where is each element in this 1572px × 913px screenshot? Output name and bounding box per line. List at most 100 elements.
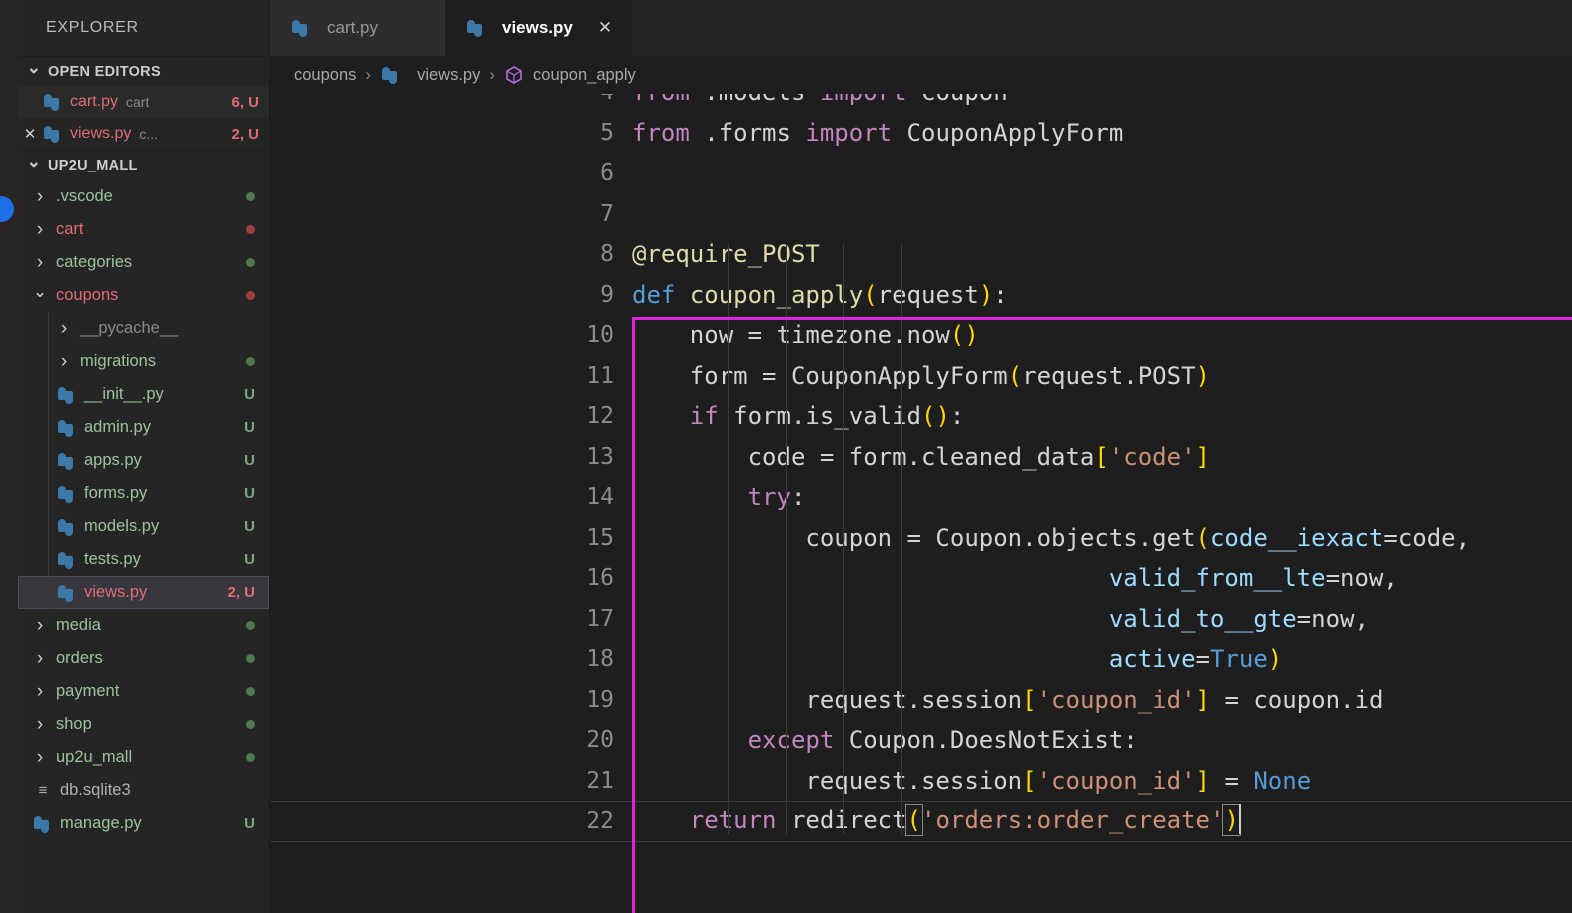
- tree-item-label: manage.py: [60, 814, 142, 832]
- open-editor-item[interactable]: cart.py cart 6, U: [18, 86, 269, 118]
- tree-item-migrations[interactable]: migrations: [18, 345, 269, 378]
- code-line[interactable]: 15 coupon = Coupon.objects.get(code__iex…: [270, 518, 1572, 559]
- code-line[interactable]: 19 request.session['coupon_id'] = coupon…: [270, 680, 1572, 721]
- tree-item--vscode[interactable]: .vscode: [18, 180, 269, 213]
- python-file-icon: [56, 551, 78, 569]
- tree-item-forms-py[interactable]: forms.py U: [18, 477, 269, 510]
- code-token: True: [1209, 645, 1268, 674]
- breadcrumb-item[interactable]: views.py: [417, 66, 480, 85]
- chevron-right-icon[interactable]: [32, 253, 48, 272]
- code-line[interactable]: 4from .models import Coupon: [270, 94, 1572, 113]
- code-line[interactable]: 14 try:: [270, 477, 1572, 518]
- code-token: coupon_apply: [689, 280, 864, 309]
- tree-item-db-sqlite3[interactable]: ≡ db.sqlite3: [18, 774, 269, 807]
- git-status-badge: U: [244, 386, 255, 403]
- code-token: 'orders:order_create': [921, 806, 1225, 835]
- code-line[interactable]: 8 @require_POST: [270, 234, 1572, 275]
- tree-item-views-py[interactable]: views.py 2, U: [18, 576, 269, 609]
- close-icon[interactable]: ✕: [598, 18, 612, 38]
- code-token: valid_from__lte: [1108, 564, 1326, 593]
- line-number: 9: [600, 281, 614, 308]
- code-line[interactable]: 6: [270, 153, 1572, 194]
- code-line[interactable]: 13 code = form.cleaned_data['code']: [270, 437, 1572, 478]
- code-line[interactable]: 18 active=True): [270, 639, 1572, 680]
- tree-item-label: coupons: [56, 286, 119, 304]
- code-editor[interactable]: 4from .models import Coupon5from .forms …: [270, 94, 1572, 913]
- git-status-dot: [246, 654, 255, 663]
- code-line[interactable]: 16 valid_from__lte=now,: [270, 558, 1572, 599]
- chevron-right-icon[interactable]: [56, 319, 72, 338]
- section-workspace[interactable]: UP2U_MALL: [18, 150, 269, 180]
- chevron-right-icon[interactable]: [56, 352, 72, 371]
- chevron-right-icon[interactable]: [32, 187, 48, 206]
- line-content: valid_from__lte=now,: [632, 564, 1398, 592]
- tree-item-models-py[interactable]: models.py U: [18, 510, 269, 543]
- chevron-right-icon[interactable]: [32, 715, 48, 734]
- code-line[interactable]: 11 form = CouponApplyForm(request.POST): [270, 356, 1572, 397]
- code-token: ]: [1195, 442, 1210, 471]
- activity-bar[interactable]: [0, 0, 18, 913]
- section-open-editors-label: OPEN EDITORS: [48, 63, 161, 80]
- tab-cart-py[interactable]: cart.py: [270, 0, 445, 56]
- chevron-down-icon[interactable]: [26, 157, 42, 174]
- tree-item--pycache-[interactable]: __pycache__: [18, 312, 269, 345]
- breadcrumb-item[interactable]: coupon_apply: [533, 66, 636, 85]
- code-line[interactable]: 7: [270, 194, 1572, 235]
- tree-item-payment[interactable]: payment: [18, 675, 269, 708]
- tree-item-orders[interactable]: orders: [18, 642, 269, 675]
- python-file-icon: [56, 452, 78, 470]
- code-line[interactable]: 20 except Coupon.DoesNotExist:: [270, 720, 1572, 761]
- tree-item-categories[interactable]: categories: [18, 246, 269, 279]
- code-line[interactable]: 12 if form.is_valid():: [270, 396, 1572, 437]
- code-token: [: [1094, 442, 1109, 471]
- code-token: form = CouponApplyForm: [632, 361, 1008, 390]
- tree-item-coupons[interactable]: coupons: [18, 279, 269, 312]
- tree-item-tests-py[interactable]: tests.py U: [18, 543, 269, 576]
- chevron-right-icon[interactable]: [32, 649, 48, 668]
- code-line[interactable]: 9 def coupon_apply(request):: [270, 275, 1572, 316]
- chevron-right-icon[interactable]: [32, 748, 48, 767]
- chevron-right-icon[interactable]: [32, 682, 48, 701]
- close-icon[interactable]: ✕: [18, 125, 42, 143]
- open-editor-item[interactable]: ✕ views.py c... 2, U: [18, 118, 269, 150]
- tree-item-manage-py[interactable]: manage.py U: [18, 807, 269, 840]
- tree-item--init-py[interactable]: __init__.py U: [18, 378, 269, 411]
- section-open-editors[interactable]: OPEN EDITORS: [18, 56, 269, 86]
- code-line[interactable]: 21 request.session['coupon_id'] = None: [270, 761, 1572, 802]
- breadcrumb-item[interactable]: coupons: [294, 66, 356, 85]
- tree-item-label: views.py: [84, 583, 148, 601]
- tree-item-admin-py[interactable]: admin.py U: [18, 411, 269, 444]
- tree-item-apps-py[interactable]: apps.py U: [18, 444, 269, 477]
- code-token: active: [1108, 645, 1196, 674]
- tree-item-label: __pycache__: [80, 319, 179, 337]
- code-line[interactable]: 5 from .forms import CouponApplyForm: [270, 113, 1572, 154]
- indent-guide: [48, 543, 49, 576]
- line-number: 12: [586, 403, 614, 430]
- tree-item-cart[interactable]: cart: [18, 213, 269, 246]
- tab-views-py[interactable]: views.py ✕: [445, 0, 633, 56]
- chevron-down-icon[interactable]: [26, 63, 42, 80]
- tree-item-label: .vscode: [56, 187, 113, 205]
- python-file-icon: [56, 584, 78, 602]
- breadcrumb-separator: ›: [489, 65, 496, 84]
- code-line[interactable]: 17 valid_to__gte=now,: [270, 599, 1572, 640]
- code-token: form.is_valid: [718, 402, 921, 431]
- code-line[interactable]: 22 return redirect('orders:order_create'…: [270, 801, 1572, 842]
- code-lines[interactable]: 4from .models import Coupon5from .forms …: [270, 94, 1572, 842]
- tree-item-media[interactable]: media: [18, 609, 269, 642]
- tree-item-label: migrations: [80, 352, 157, 370]
- chevron-right-icon[interactable]: [32, 220, 48, 239]
- indent-guide: [48, 477, 49, 510]
- account-circle-icon[interactable]: [0, 196, 14, 222]
- chevron-down-icon[interactable]: [32, 287, 48, 304]
- code-line[interactable]: 10 now = timezone.now(): [270, 315, 1572, 356]
- code-token: code = form.cleaned_data: [632, 442, 1095, 471]
- tree-item-label: cart: [56, 220, 84, 238]
- code-token: =: [1195, 645, 1210, 674]
- tree-item-shop[interactable]: shop: [18, 708, 269, 741]
- chevron-right-icon[interactable]: [32, 616, 48, 635]
- tree-item-up2u-mall[interactable]: up2u_mall: [18, 741, 269, 774]
